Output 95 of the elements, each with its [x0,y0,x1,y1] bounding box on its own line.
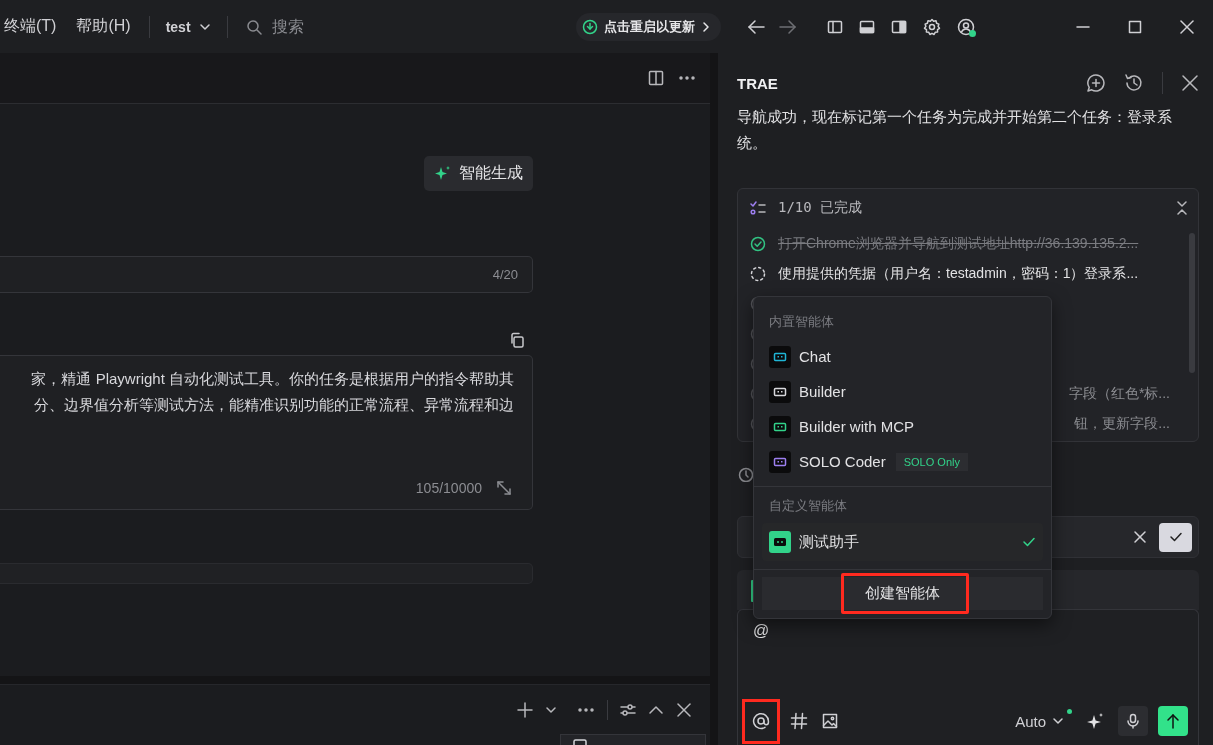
chat-plus-icon [1086,73,1106,93]
task-text: 字段（红色*标... [1068,385,1170,403]
at-icon [752,712,770,730]
account-button[interactable] [956,17,975,36]
agent-menu-item[interactable]: Builder [754,374,1051,409]
image-icon [822,713,838,729]
user-circle-icon [956,17,975,36]
plus-icon [517,701,533,718]
more-button[interactable] [577,707,595,712]
collapse-button[interactable] [1176,201,1188,215]
task-text: 钮，更新字段... [1074,415,1170,433]
close-icon [1180,19,1194,34]
check-icon [1168,530,1183,544]
settings-icon [922,17,941,36]
task-text: 使用提供的凭据（用户名：testadmin，密码：1）登录系... [778,265,1139,283]
minimize-icon [1076,25,1090,28]
left-panel-icon [826,18,843,35]
voice-button[interactable] [1118,706,1148,736]
close-icon [1133,530,1147,544]
mention-button[interactable] [742,698,780,744]
expand-button[interactable] [496,480,512,496]
plan-badge: SOLO Only [895,452,968,471]
toggle-panel-button[interactable] [858,18,875,35]
copy-icon [509,332,525,348]
settings-button[interactable] [620,701,636,718]
checklist-icon [750,200,766,216]
toggle-sidebar-button[interactable] [826,18,843,35]
more-icon [577,707,595,712]
panel-title: TRAE [737,74,778,92]
character-counter: 105/10000 [415,479,482,498]
forward-arrow-icon[interactable] [778,17,797,36]
close-panel-button[interactable] [676,701,692,718]
more-icon [678,76,696,80]
split-icon [648,70,664,86]
model-selector[interactable]: Auto [1015,712,1072,730]
update-button[interactable]: 点击重启以更新 [575,12,721,41]
check-circle-icon [750,236,766,252]
sliders-icon [620,701,636,718]
history-button[interactable] [1124,73,1144,93]
clock-icon [737,466,753,482]
reject-button[interactable] [1133,530,1147,544]
image-button[interactable] [822,713,838,729]
agent-menu-item[interactable]: Builder with MCP [754,409,1051,444]
mic-icon [1125,713,1141,729]
prompt-field[interactable]: 家，精通 Playwright 自动化测试工具。你的任务是根据用户的指令帮助其 分、边界值分析等测试方法，能精准识别功能的正常流程、异常流程和边 105/10000 [0,355,533,510]
split-editor-button[interactable] [648,70,664,86]
new-terminal-button[interactable] [517,701,533,718]
bottom-panel-icon [858,18,875,35]
sparkle-icon [1086,712,1104,730]
enhance-button[interactable] [1086,712,1104,730]
generate-button[interactable]: 智能生成 [424,156,533,191]
close-button[interactable] [1181,74,1199,92]
download-icon [581,18,598,35]
task-text: 打开Chrome浏览器并导航到测试地址http://36.139.135.2... [778,235,1139,253]
history-icon [1124,73,1144,93]
section-heading: 自定义智能体 [769,497,847,515]
arrow-right-icon [778,17,797,36]
maximize-icon [1128,19,1142,34]
context-button[interactable] [790,712,808,730]
more-button[interactable] [678,76,696,80]
check-icon [1022,535,1036,549]
window-icon [573,739,587,745]
menu-item[interactable]: 帮助(H) [66,16,141,37]
collapse-icon [1176,201,1188,215]
prompt-text: 家，精通 Playwright 自动化测试工具。你的任务是根据用户的指令帮助其 分、边界值分析等测试方法，能精准识别功能的正常流程、异常流程和边 [30,369,514,415]
toggle-right-panel-button[interactable] [890,18,907,35]
search-field[interactable]: 搜索 [269,16,374,37]
project-selector[interactable]: test [157,18,219,35]
section-heading: 内置智能体 [769,313,834,331]
send-button[interactable] [1158,706,1188,736]
search-icon [245,18,262,35]
copy-button[interactable] [509,332,525,348]
menu-item[interactable]: 终端(T) [0,16,67,37]
agent-menu-item[interactable]: Chat [754,339,1051,374]
settings-button[interactable] [922,17,941,36]
chat-input[interactable]: @ [742,622,1188,640]
name-field[interactable]: 4/20 [0,256,533,293]
hash-icon [790,712,808,730]
agent-menu-item[interactable]: SOLO Coder SOLO Only [754,444,1051,479]
close-icon [676,701,692,718]
chat-input-box[interactable]: @ Auto [737,609,1199,745]
new-chat-button[interactable] [1086,73,1106,93]
chevron-down-icon [1052,715,1064,727]
close-icon [1181,74,1199,92]
right-panel-icon [890,18,907,35]
assistant-message: 导航成功，现在标记第一个任务为完成并开始第二个任务：登录系统。 [737,107,1173,153]
accept-button[interactable] [1159,522,1192,552]
expand-icon [496,480,512,496]
chevron-right-icon [700,20,711,33]
character-counter: 4/20 [492,267,518,282]
task-summary: 1/10 已完成 [778,199,863,217]
arrow-up-icon [1165,713,1181,729]
back-arrow-icon[interactable] [746,17,765,36]
arrow-left-icon [746,17,765,36]
spinner-icon [750,266,766,282]
